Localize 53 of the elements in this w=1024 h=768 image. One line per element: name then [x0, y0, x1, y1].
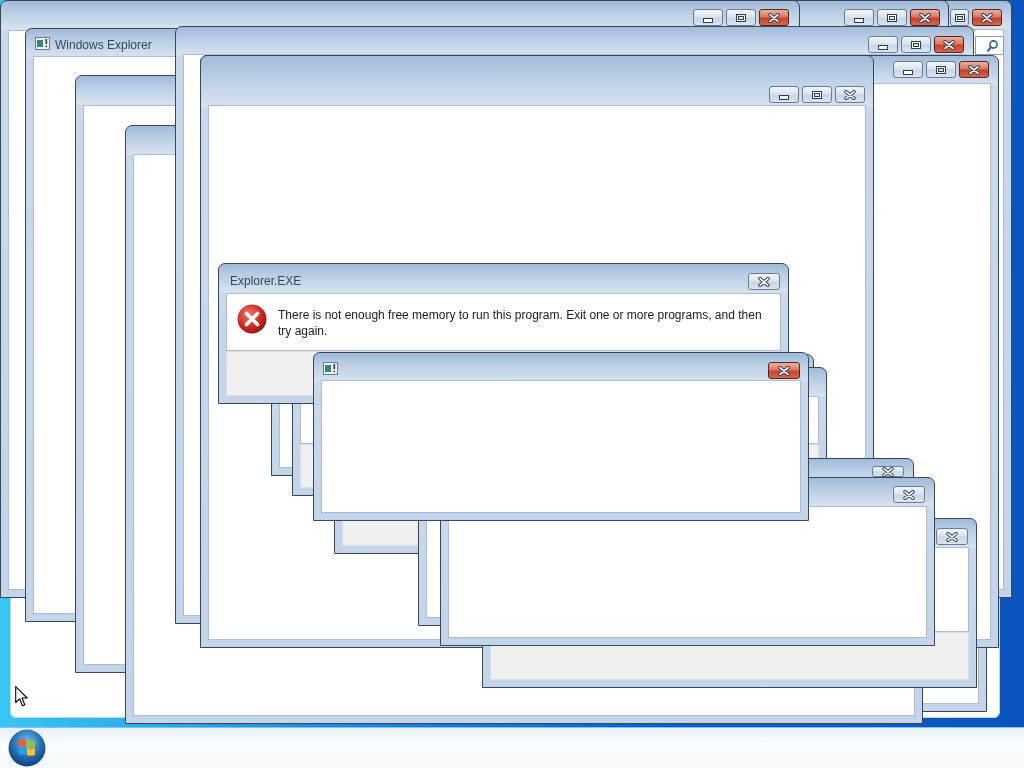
minimize-icon	[903, 70, 913, 75]
start-button[interactable]	[8, 729, 46, 767]
minimize-button[interactable]	[693, 9, 723, 26]
flag-icon	[19, 739, 35, 756]
close-icon	[919, 12, 931, 23]
minimize-icon	[703, 18, 713, 23]
close-button[interactable]	[972, 9, 1002, 26]
close-button[interactable]	[759, 9, 789, 26]
maximize-icon	[887, 13, 897, 22]
search-icon	[987, 39, 998, 52]
close-button[interactable]	[934, 36, 964, 53]
close-button[interactable]	[748, 273, 780, 290]
close-icon	[768, 12, 780, 23]
maximize-button[interactable]	[901, 36, 931, 53]
mouse-pointer-icon	[15, 686, 28, 707]
search-field[interactable]	[975, 36, 1004, 55]
close-button[interactable]	[835, 86, 865, 103]
error-icon	[236, 303, 268, 335]
close-button[interactable]	[936, 528, 968, 545]
close-icon	[882, 466, 894, 477]
close-icon	[844, 89, 856, 100]
maximize-icon	[911, 40, 921, 49]
maximize-icon	[936, 65, 946, 74]
close-button[interactable]	[893, 486, 925, 503]
maximize-button[interactable]	[877, 9, 907, 26]
close-button[interactable]	[768, 362, 800, 379]
minimize-button[interactable]	[769, 86, 799, 103]
maximize-button[interactable]	[726, 9, 756, 26]
maximize-icon	[812, 90, 822, 99]
close-icon	[943, 39, 955, 50]
minimize-button[interactable]	[893, 61, 923, 78]
window-title: Explorer.EXE	[230, 274, 302, 288]
close-icon	[968, 64, 980, 75]
maximize-icon	[954, 13, 965, 22]
maximize-button[interactable]	[926, 61, 956, 78]
close-button[interactable]	[910, 9, 940, 26]
close-button[interactable]	[872, 466, 904, 477]
close-icon	[946, 531, 958, 542]
close-icon	[778, 365, 790, 376]
close-icon	[903, 489, 915, 500]
maximize-icon	[736, 13, 746, 22]
minimize-icon	[878, 45, 888, 50]
maximize-button[interactable]	[950, 9, 969, 26]
error-message: There is not enough free memory to run this program. Exit one or more programs, and then try again.	[278, 307, 763, 339]
minimize-button[interactable]	[844, 9, 874, 26]
minimize-button[interactable]	[868, 36, 898, 53]
minimize-icon	[779, 95, 789, 100]
close-icon	[758, 276, 770, 287]
minimize-icon	[854, 18, 864, 23]
window-title: Windows Explorer	[55, 38, 152, 52]
close-button[interactable]	[959, 61, 989, 78]
close-icon	[981, 12, 993, 23]
maximize-button[interactable]	[802, 86, 832, 103]
